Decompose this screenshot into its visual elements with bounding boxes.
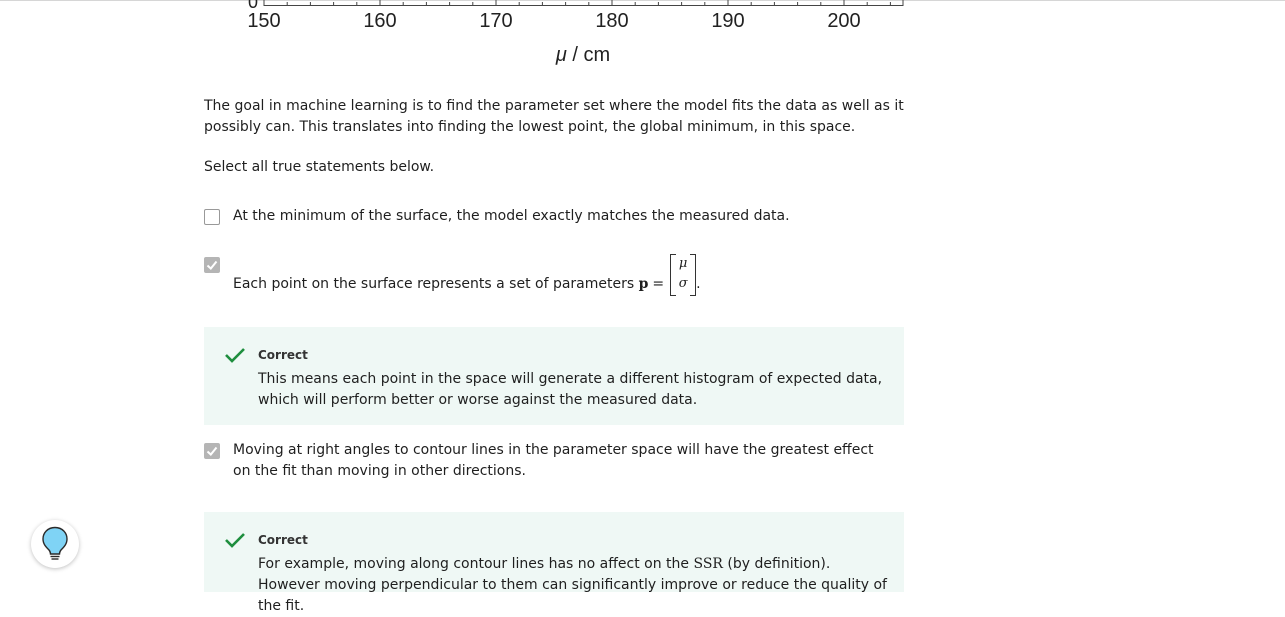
x-tick-label: 170 [479, 10, 513, 32]
feedback-body: This means each point in the space will … [258, 371, 883, 408]
option-checkbox-checked[interactable] [204, 257, 220, 273]
contour-plot-axis: 0 150 160 170 180 190 200 μ / cm [0, 0, 1285, 75]
feedback-title: Correct [258, 348, 308, 362]
x-axis-symbol: μ [555, 44, 567, 66]
math-ssr: SSR [693, 556, 723, 572]
option-text: At the minimum of the surface, the model… [233, 208, 790, 224]
correct-check-icon [225, 348, 245, 363]
plot-axis-svg [263, 0, 904, 6]
feedback-correct-1: Correct This means each point in the spa… [204, 327, 904, 425]
matrix-mu: μ [678, 256, 688, 271]
checkmark-icon [206, 260, 218, 270]
x-tick-label: 160 [363, 10, 397, 32]
x-tick-label: 190 [711, 10, 745, 32]
feedback-body: For example, moving along contour lines … [258, 554, 888, 617]
feedback-correct-2: Correct For example, moving along contou… [204, 512, 904, 614]
parameter-matrix: μσ [670, 254, 697, 296]
x-tick-label: 200 [827, 10, 861, 32]
option-text-suffix: . [696, 276, 701, 292]
hint-button[interactable] [31, 520, 79, 568]
matrix-sigma: σ [678, 276, 688, 291]
option-text-prefix: Each point on the surface represents a s… [233, 276, 639, 292]
x-tick-label: 180 [595, 10, 629, 32]
lightbulb-icon [42, 526, 68, 560]
checkmark-icon [206, 446, 218, 456]
x-axis-label: μ / cm [556, 42, 610, 68]
intro-paragraph: The goal in machine learning is to find … [204, 98, 904, 135]
x-tick-label: 150 [247, 10, 281, 32]
math-equals: = [652, 276, 665, 292]
math-vector-p: p [638, 276, 649, 292]
feedback-body-prefix: For example, moving along contour lines … [258, 556, 694, 572]
option-checkbox-checked[interactable] [204, 443, 220, 459]
option-text: Moving at right angles to contour lines … [233, 442, 874, 479]
feedback-title: Correct [258, 533, 308, 547]
option-checkbox-unchecked[interactable] [204, 209, 220, 225]
question-prompt: Select all true statements below. [204, 159, 435, 175]
correct-check-icon [225, 533, 245, 548]
x-axis-unit: / cm [566, 44, 611, 66]
x-axis-ticks [263, 0, 891, 6]
option-text: Each point on the surface represents a s… [233, 254, 893, 296]
